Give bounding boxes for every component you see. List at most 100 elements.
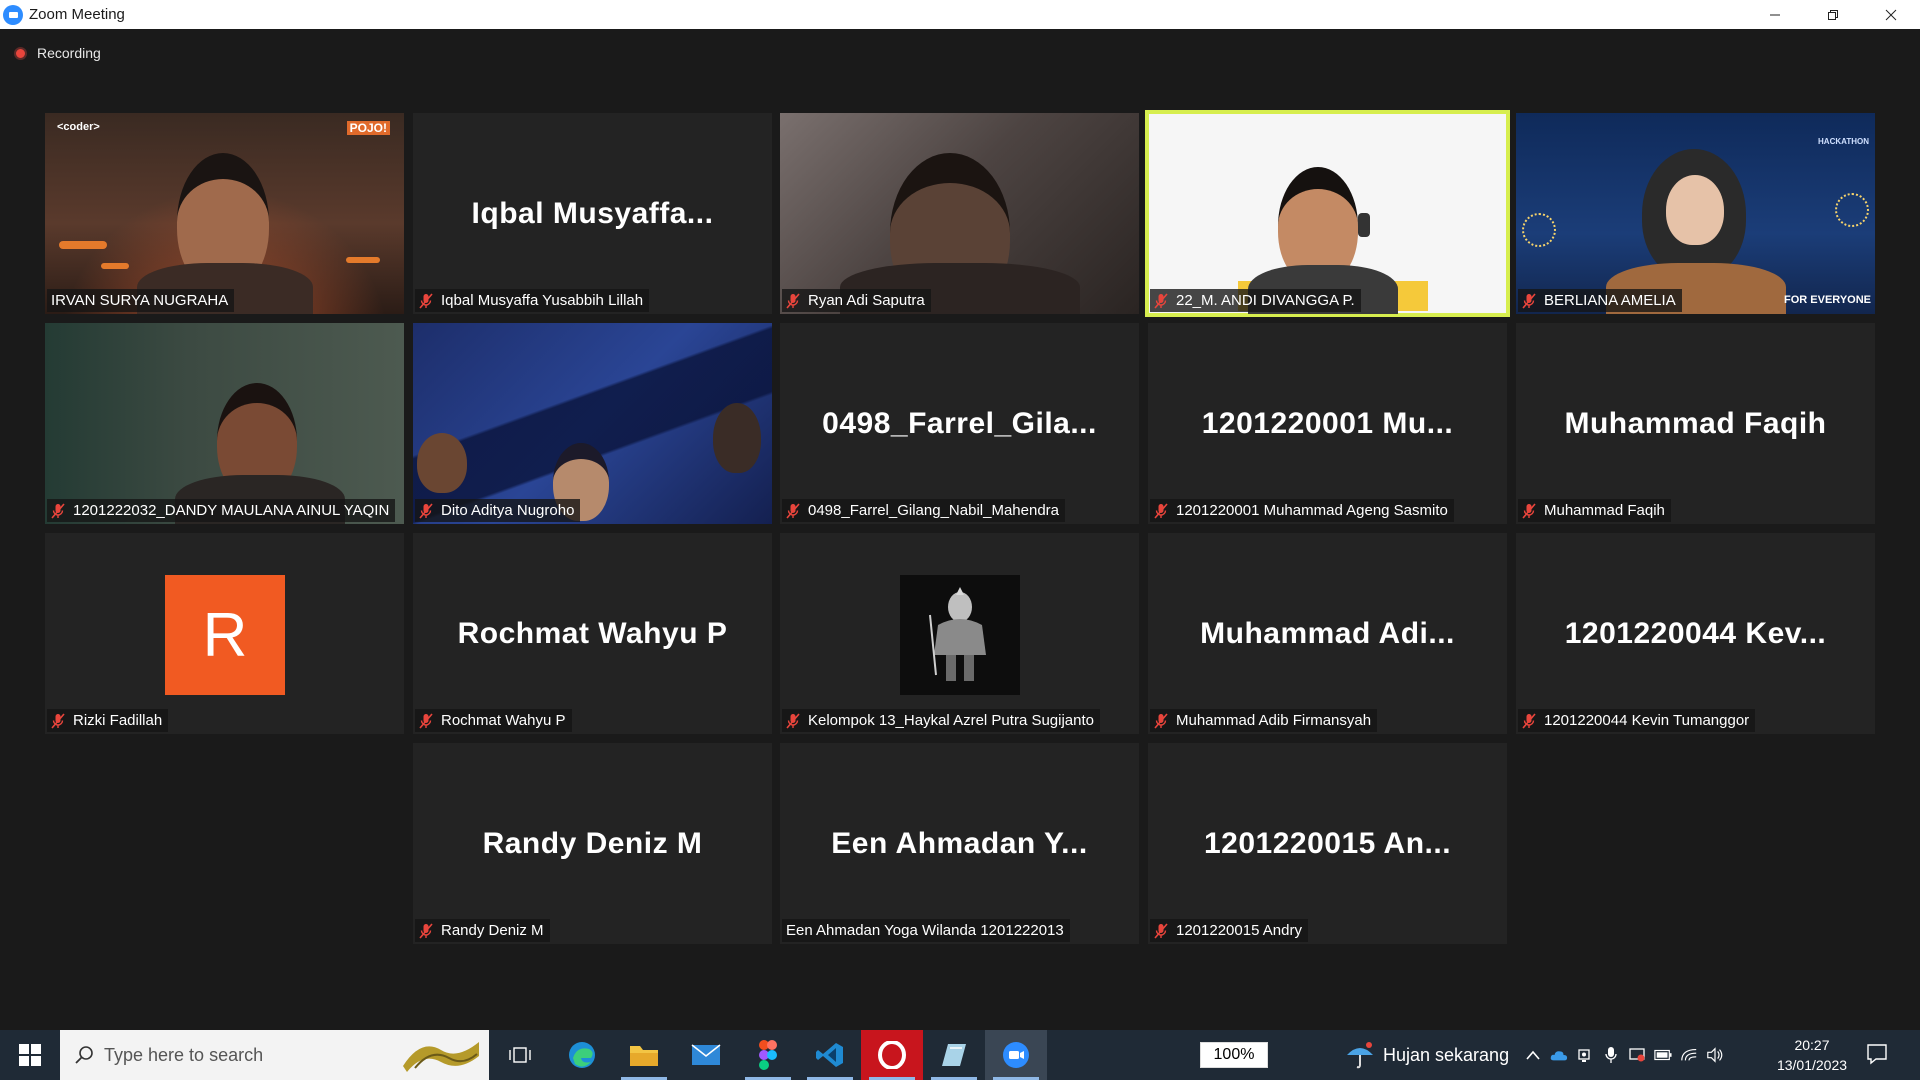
participant-name-label: BERLIANA AMELIA bbox=[1518, 289, 1682, 312]
start-button[interactable] bbox=[0, 1030, 60, 1080]
onedrive-tray[interactable] bbox=[1550, 1046, 1568, 1064]
avatar: R bbox=[165, 575, 285, 695]
wifi-icon bbox=[1681, 1049, 1697, 1061]
video-tile-randy[interactable]: Randy Deniz M Randy Deniz M bbox=[413, 743, 772, 944]
muted-mic-icon bbox=[786, 292, 800, 309]
participant-display-name: Randy Deniz M bbox=[482, 826, 703, 860]
muted-mic-icon bbox=[786, 502, 800, 519]
recording-indicator[interactable]: Recording bbox=[14, 45, 101, 61]
participant-name-label: Rochmat Wahyu P bbox=[415, 709, 572, 732]
participant-name-label: IRVAN SURYA NUGRAHA bbox=[47, 289, 235, 312]
weather-widget[interactable]: Hujan sekarang bbox=[1345, 1030, 1509, 1080]
mail-icon bbox=[691, 1044, 721, 1065]
cloud-icon bbox=[1550, 1051, 1568, 1061]
video-tile-berliana[interactable]: HACKATHON FOR EVERYONE BERLIANA AMELIA bbox=[1516, 113, 1875, 314]
participant-name: Een Ahmadan Yoga Wilanda 1201222013 bbox=[786, 922, 1064, 939]
taskbar-clock[interactable]: 20:27 13/01/2023 bbox=[1776, 1035, 1848, 1075]
firework-decoration bbox=[1522, 213, 1556, 247]
participant-name: Ryan Adi Saputra bbox=[808, 292, 925, 309]
participant-name-label: Muhammad Faqih bbox=[1518, 499, 1671, 522]
decoration-stripe bbox=[59, 241, 107, 249]
muted-mic-icon bbox=[51, 712, 65, 729]
participant-face bbox=[1666, 175, 1724, 245]
event-banner-text: FOR EVERYONE bbox=[1784, 294, 1871, 306]
participant-name: Muhammad Adib Firmansyah bbox=[1176, 712, 1372, 729]
windows-taskbar: Type here to search 100% Hujan sekarang … bbox=[0, 1030, 1920, 1080]
zoom-level-indicator[interactable]: 100% bbox=[1200, 1042, 1268, 1068]
video-tile-faqih[interactable]: Muhammad Faqih Muhammad Faqih bbox=[1516, 323, 1875, 524]
task-view-button[interactable] bbox=[489, 1030, 551, 1080]
clock-date: 13/01/2023 bbox=[1776, 1057, 1848, 1073]
figma-icon bbox=[759, 1040, 777, 1070]
camera-tray[interactable] bbox=[1576, 1046, 1594, 1064]
volume-tray[interactable] bbox=[1706, 1046, 1724, 1064]
participant-display-name: Rochmat Wahyu P bbox=[457, 616, 728, 650]
participant-name: IRVAN SURYA NUGRAHA bbox=[51, 292, 229, 309]
video-tile-ageng[interactable]: 1201220001 Mu... 1201220001 Muhammad Age… bbox=[1148, 323, 1507, 524]
microphone-tray[interactable] bbox=[1602, 1046, 1620, 1064]
minimize-button[interactable] bbox=[1746, 0, 1804, 29]
participant-name-label: Kelompok 13_Haykal Azrel Putra Sugijanto bbox=[782, 709, 1100, 732]
participant-name-label: Muhammad Adib Firmansyah bbox=[1150, 709, 1378, 732]
video-tile-farrel[interactable]: 0498_Farrel_Gila... 0498_Farrel_Gilang_N… bbox=[780, 323, 1139, 524]
participant-name-label: 22_M. ANDI DIVANGGA P. bbox=[1150, 289, 1361, 312]
participant-head bbox=[417, 433, 467, 493]
participant-display-name: Iqbal Musyaffa... bbox=[471, 196, 714, 230]
taskbar-app-edge[interactable] bbox=[551, 1030, 613, 1080]
video-tile-haykal[interactable]: Kelompok 13_Haykal Azrel Putra Sugijanto bbox=[780, 533, 1139, 734]
video-tile-rochmat[interactable]: Rochmat Wahyu P Rochmat Wahyu P bbox=[413, 533, 772, 734]
participant-name-label: Dito Aditya Nugroho bbox=[415, 499, 581, 522]
taskbar-app-notes[interactable] bbox=[923, 1030, 985, 1080]
close-button[interactable] bbox=[1862, 0, 1920, 29]
participant-name-label: 1201222032_DANDY MAULANA AINUL YAQIN bbox=[47, 499, 396, 522]
taskbar-app-opera[interactable] bbox=[861, 1030, 923, 1080]
taskbar-app-mail[interactable] bbox=[675, 1030, 737, 1080]
wifi-tray[interactable] bbox=[1680, 1046, 1698, 1064]
windows-logo-icon bbox=[19, 1044, 41, 1066]
taskbar-app-figma[interactable] bbox=[737, 1030, 799, 1080]
taskbar-app-zoom[interactable] bbox=[985, 1030, 1047, 1080]
participant-display-name: 1201220001 Mu... bbox=[1201, 406, 1454, 440]
participant-name-label: 0498_Farrel_Gilang_Nabil_Mahendra bbox=[782, 499, 1065, 522]
microphone-icon bbox=[1605, 1047, 1617, 1063]
participant-name-label: Iqbal Musyaffa Yusabbih Lillah bbox=[415, 289, 650, 312]
notification-center-button[interactable] bbox=[1866, 1043, 1888, 1070]
participant-name: 22_M. ANDI DIVANGGA P. bbox=[1176, 292, 1355, 309]
restore-button[interactable] bbox=[1804, 0, 1862, 29]
video-tile-adib[interactable]: Muhammad Adi... Muhammad Adib Firmansyah bbox=[1148, 533, 1507, 734]
muted-mic-icon bbox=[1154, 922, 1168, 939]
participant-head bbox=[713, 403, 761, 473]
restore-icon bbox=[1828, 9, 1838, 20]
muted-mic-icon bbox=[1522, 502, 1536, 519]
muted-mic-icon bbox=[1154, 292, 1168, 309]
video-tile-ryan[interactable]: Ryan Adi Saputra bbox=[780, 113, 1139, 314]
search-icon bbox=[75, 1046, 93, 1064]
video-tile-andry[interactable]: 1201220015 An... 1201220015 Andry bbox=[1148, 743, 1507, 944]
taskbar-app-file-explorer[interactable] bbox=[613, 1030, 675, 1080]
taskbar-search-box[interactable]: Type here to search bbox=[60, 1030, 489, 1080]
video-tile-irvan[interactable]: <coder> POJO! IRVAN SURYA NUGRAHA bbox=[45, 113, 404, 314]
show-hidden-icons-button[interactable] bbox=[1524, 1046, 1542, 1064]
video-tile-kevin[interactable]: 1201220044 Kev... 1201220044 Kevin Tuman… bbox=[1516, 533, 1875, 734]
video-tile-rizki[interactable]: R Rizki Fadillah bbox=[45, 533, 404, 734]
knight-avatar-icon bbox=[929, 587, 986, 681]
participant-name: Randy Deniz M bbox=[441, 922, 544, 939]
muted-mic-icon bbox=[419, 922, 433, 939]
participant-name: Rochmat Wahyu P bbox=[441, 712, 566, 729]
video-tile-een[interactable]: Een Ahmadan Y... Een Ahmadan Yoga Wiland… bbox=[780, 743, 1139, 944]
window-title: Zoom Meeting bbox=[29, 6, 125, 23]
participant-display-name: 1201220015 An... bbox=[1203, 826, 1452, 860]
participant-name: BERLIANA AMELIA bbox=[1544, 292, 1676, 309]
muted-mic-icon bbox=[51, 502, 65, 519]
participant-name-label: Rizki Fadillah bbox=[47, 709, 169, 732]
security-tray[interactable] bbox=[1628, 1046, 1646, 1064]
taskbar-app-vscode[interactable] bbox=[799, 1030, 861, 1080]
video-tile-dandy[interactable]: 1201222032_DANDY MAULANA AINUL YAQIN bbox=[45, 323, 404, 524]
video-tile-andi-active-speaker[interactable]: 22_M. ANDI DIVANGGA P. bbox=[1145, 110, 1510, 317]
participant-name: 1201220015 Andry bbox=[1176, 922, 1302, 939]
participant-name-label: Ryan Adi Saputra bbox=[782, 289, 931, 312]
video-tile-iqbal[interactable]: Iqbal Musyaffa... Iqbal Musyaffa Yusabbi… bbox=[413, 113, 772, 314]
battery-tray[interactable] bbox=[1654, 1046, 1672, 1064]
rain-umbrella-icon bbox=[1347, 1042, 1373, 1069]
video-tile-dito[interactable]: Dito Aditya Nugroho bbox=[413, 323, 772, 524]
